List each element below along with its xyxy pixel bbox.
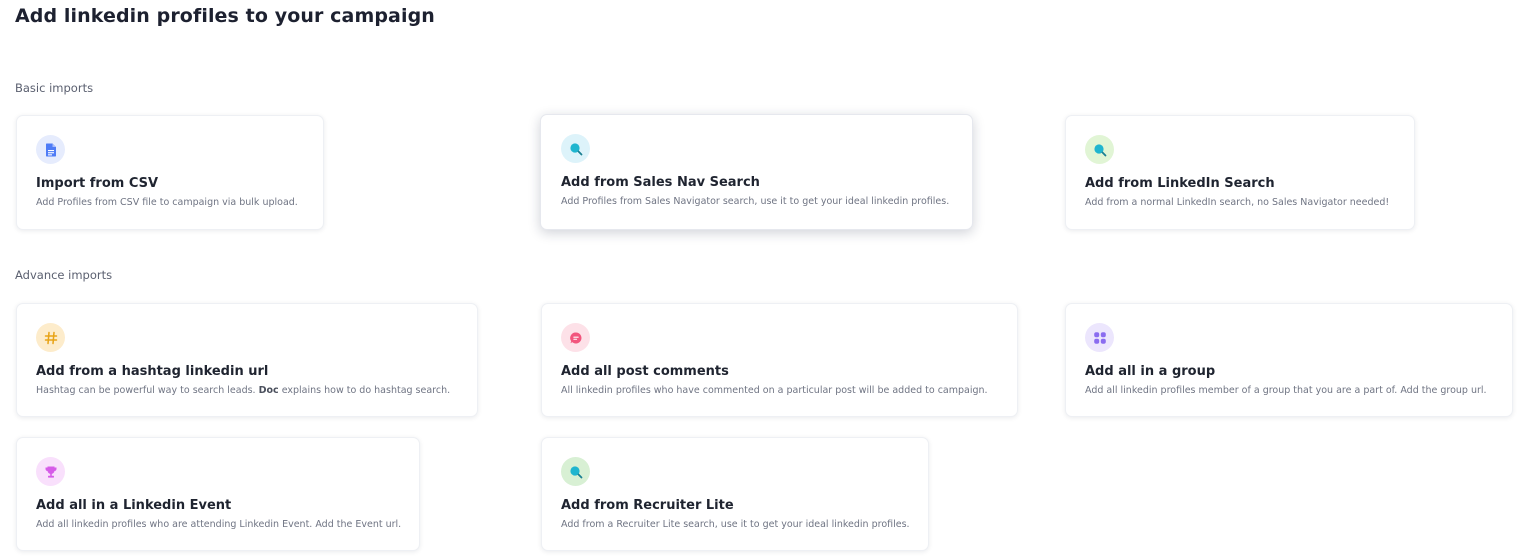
card-recruiter-lite[interactable]: Add from Recruiter Lite Add from a Recru… (541, 437, 929, 551)
search-icon-badge (1085, 135, 1114, 164)
hashtag-icon-badge (36, 323, 65, 352)
grid-icon-badge (1085, 323, 1114, 352)
page-title: Add linkedin profiles to your campaign (15, 5, 435, 27)
search-icon (1093, 143, 1106, 156)
trophy-icon (45, 466, 56, 478)
grid-icon (1093, 331, 1106, 344)
card-description: Hashtag can be powerful way to search le… (36, 385, 450, 396)
document-icon-badge (36, 135, 65, 164)
card-title: Add all in a Linkedin Event (36, 498, 232, 513)
card-title: Add from LinkedIn Search (1085, 176, 1275, 191)
search-icon-badge (561, 457, 590, 486)
card-description: All linkedin profiles who have commented… (561, 385, 988, 396)
doc-link[interactable]: Doc (259, 385, 279, 396)
card-description: Add all linkedin profiles member of a gr… (1085, 385, 1487, 396)
card-linkedin-event[interactable]: Add all in a Linkedin Event Add all link… (16, 437, 420, 551)
desc-text: Hashtag can be powerful way to search le… (36, 385, 256, 396)
card-group[interactable]: Add all in a group Add all linkedin prof… (1065, 303, 1513, 417)
trophy-icon-badge (36, 457, 65, 486)
card-description: Add Profiles from Sales Navigator search… (561, 196, 950, 207)
card-description: Add from a normal LinkedIn search, no Sa… (1085, 197, 1390, 208)
search-icon (569, 142, 582, 155)
card-description: Add Profiles from CSV file to campaign v… (36, 197, 298, 208)
comment-icon (569, 331, 581, 343)
card-title: Add from a hashtag linkedin url (36, 364, 269, 379)
search-icon (569, 465, 582, 478)
card-hashtag-url[interactable]: Add from a hashtag linkedin url Hashtag … (16, 303, 478, 417)
card-title: Add all in a group (1085, 364, 1216, 379)
page: Add linkedin profiles to your campaign B… (0, 0, 1524, 557)
card-post-comments[interactable]: Add all post comments All linkedin profi… (541, 303, 1018, 417)
section-label-advance: Advance imports (15, 268, 113, 282)
document-icon (45, 143, 56, 157)
card-title: Add from Sales Nav Search (561, 175, 760, 190)
section-label-basic: Basic imports (15, 81, 94, 95)
card-description: Add all linkedin profiles who are attend… (36, 519, 402, 530)
card-linkedin-search[interactable]: Add from LinkedIn Search Add from a norm… (1065, 115, 1415, 230)
card-description: Add from a Recruiter Lite search, use it… (561, 519, 910, 530)
card-sales-nav-search[interactable]: Add from Sales Nav Search Add Profiles f… (540, 114, 973, 230)
hashtag-icon (44, 331, 57, 344)
comment-icon-badge (561, 323, 590, 352)
card-import-csv[interactable]: Import from CSV Add Profiles from CSV fi… (16, 115, 324, 230)
search-icon-badge (561, 134, 590, 163)
card-title: Add from Recruiter Lite (561, 498, 734, 513)
card-title: Import from CSV (36, 176, 159, 191)
card-title: Add all post comments (561, 364, 729, 379)
desc-text: explains how to do hashtag search. (281, 385, 451, 396)
